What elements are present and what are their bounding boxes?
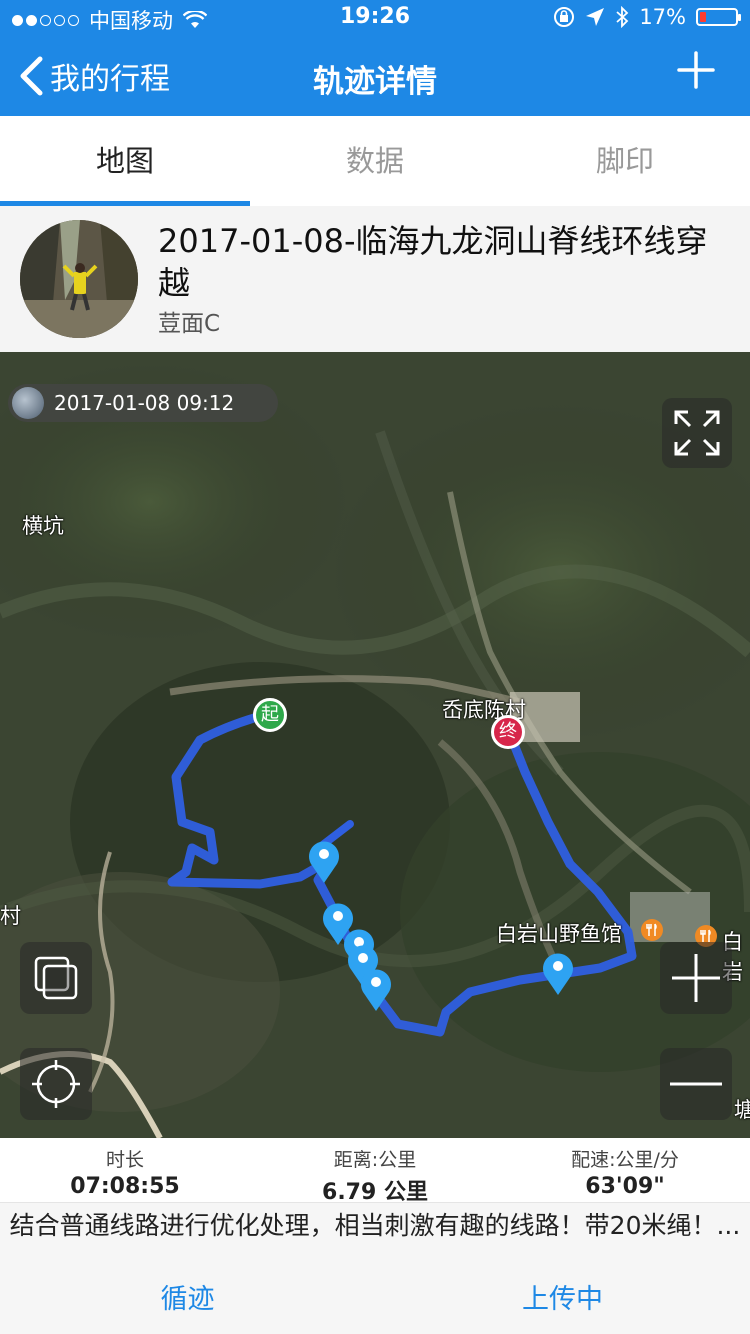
satellite-map[interactable]	[0, 352, 750, 1138]
back-label: 我的行程	[50, 62, 170, 97]
upload-status-button[interactable]: 上传中	[375, 1272, 750, 1334]
battery-icon	[696, 8, 741, 26]
photo-pin-icon[interactable]	[359, 966, 393, 1012]
orientation-lock-icon	[554, 7, 575, 27]
stat-label: 距离:公里	[333, 1149, 417, 1171]
restaurant-icon[interactable]	[640, 918, 664, 942]
place-restaurant: 白岩山野鱼馆	[496, 922, 622, 946]
chevron-left-icon	[20, 56, 43, 96]
minus-icon	[670, 1082, 722, 1086]
track-description[interactable]: 结合普通线路进行优化处理，相当刺激有趣的线路！带20米绳！...	[0, 1202, 750, 1272]
stat-value: 07:08:55	[70, 1174, 180, 1199]
tab-map[interactable]: 地图	[0, 116, 250, 206]
stats-bar: 时长 07:08:55 距离:公里 6.79 公里 配速:公里/分 63'09"	[0, 1138, 750, 1205]
status-bar: 中国移动 19:26 17%	[0, 0, 750, 36]
stat-label: 配速:公里/分	[571, 1149, 679, 1171]
nav-bar: 我的行程 轨迹详情	[0, 36, 750, 116]
stat-pace: 配速:公里/分 63'09"	[500, 1138, 750, 1202]
photo-thumb-icon	[12, 387, 44, 419]
plus-icon[interactable]	[676, 50, 716, 90]
stat-value: 63'09"	[585, 1174, 665, 1199]
end-marker[interactable]: 终	[491, 715, 525, 749]
place-left-cut: 村	[0, 904, 21, 928]
start-marker-label: 起	[261, 704, 279, 725]
start-marker[interactable]: 起	[253, 698, 287, 732]
end-marker-label: 终	[499, 721, 517, 742]
photo-pin-icon[interactable]	[541, 950, 575, 996]
follow-track-button[interactable]: 循迹	[0, 1272, 375, 1334]
status-right: 17%	[553, 5, 741, 29]
zoom-out-button[interactable]	[660, 1048, 732, 1120]
tab-bar: 地图 数据 脚印	[0, 116, 750, 207]
stat-label: 时长	[105, 1149, 144, 1171]
timestamp-pill[interactable]: 2017-01-08 09:12	[8, 384, 279, 422]
back-button[interactable]: 我的行程	[18, 54, 170, 98]
tab-footprint[interactable]: 脚印	[500, 116, 750, 206]
battery-percent: 17%	[639, 5, 686, 29]
place-right-cut: 塘	[734, 1098, 750, 1122]
locate-button[interactable]	[20, 1048, 92, 1120]
layers-icon	[34, 956, 78, 1000]
location-arrow-icon	[586, 8, 605, 26]
avatar[interactable]	[20, 220, 138, 338]
track-title: 2017-01-08-临海九龙洞山脊线环线穿越	[158, 222, 708, 302]
track-author[interactable]: 荳面C	[158, 304, 220, 338]
layers-button[interactable]	[20, 942, 92, 1014]
bluetooth-icon	[616, 6, 629, 28]
track-header: 2017-01-08-临海九龙洞山脊线环线穿越 荳面C	[0, 206, 750, 352]
expand-icon	[674, 410, 720, 456]
stat-distance: 距离:公里 6.79 公里	[250, 1138, 500, 1205]
photo-pin-icon[interactable]	[307, 838, 341, 884]
locate-icon	[32, 1060, 80, 1108]
zoom-in-button[interactable]	[660, 942, 732, 1014]
plus-icon	[672, 954, 720, 1002]
place-hengkeng: 横坑	[22, 514, 64, 538]
map-view[interactable]: 2017-01-08 09:12 横坑 岙底陈村 白岩山野鱼馆 白岩 村 塘 起…	[0, 352, 750, 1138]
action-bar: 循迹 上传中	[0, 1272, 750, 1334]
tab-data[interactable]: 数据	[250, 116, 500, 206]
fullscreen-button[interactable]	[662, 398, 732, 468]
stat-duration: 时长 07:08:55	[0, 1138, 250, 1202]
timestamp-label: 2017-01-08 09:12	[54, 391, 235, 415]
